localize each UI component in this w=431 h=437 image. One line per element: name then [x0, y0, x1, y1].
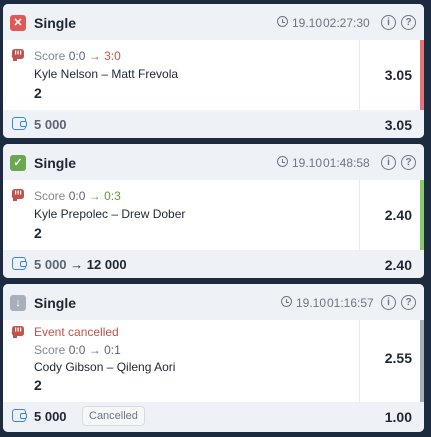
- event-name[interactable]: Kyle Nelson – Matt Frevola: [34, 67, 178, 81]
- selection-outcome: 2: [34, 85, 42, 101]
- wallet-icon: [12, 409, 27, 422]
- score-label: Score: [34, 49, 66, 63]
- score-arrow: →: [88, 189, 101, 203]
- status-side-bar: [420, 180, 424, 250]
- status-won-icon: ✓: [10, 155, 26, 171]
- bet-date: 19.10: [292, 16, 323, 30]
- clock-icon: [277, 16, 288, 27]
- bet-card-body: Event cancelled Score 0:0 → 0:1 Cody Gib…: [3, 320, 424, 402]
- stake-amount: 5 000: [34, 117, 67, 132]
- selection-odds: 2.40: [384, 207, 412, 223]
- score-line: Score 0:0 → 3:0: [34, 49, 121, 63]
- wallet-icon: [12, 257, 27, 270]
- score-from: 0:0: [68, 189, 86, 203]
- stake-line: 5 000 → 12 000: [34, 257, 127, 272]
- bet-card-header: ✕ Single 19.10 02:27:30 i ?: [3, 4, 424, 40]
- stake-amount: 5 000: [34, 257, 67, 272]
- bet-type-title: Single: [34, 295, 77, 311]
- status-lost-icon: ✕: [10, 15, 26, 31]
- bet-card-body: Score 0:0 → 0:3 Kyle Prepolec – Drew Dob…: [3, 180, 424, 250]
- selection-outcome: 2: [34, 377, 42, 393]
- bet-card-header: ✓ Single 19.10 01:48:58 i ?: [3, 144, 424, 180]
- selection-outcome: 2: [34, 225, 42, 241]
- score-line: Score 0:0 → 0:1: [34, 343, 121, 357]
- mma-glove-icon: [11, 189, 24, 201]
- selection-odds: 2.55: [384, 350, 412, 366]
- payout-amount: 12 000: [86, 257, 127, 272]
- bet-time: 01:16:57: [327, 296, 374, 310]
- help-icon[interactable]: ?: [401, 15, 416, 30]
- status-side-bar: [420, 320, 424, 402]
- score-arrow: →: [88, 49, 101, 63]
- divider: [359, 40, 360, 110]
- info-icon[interactable]: i: [381, 295, 396, 310]
- bet-type-title: Single: [34, 155, 77, 171]
- bet-card-footer: 5 000 3.05: [3, 110, 424, 138]
- bet-date: 19.10: [292, 156, 323, 170]
- bet-card-footer: 5 000 Cancelled 1.00: [3, 402, 424, 432]
- bet-card[interactable]: ✓ Single 19.10 01:48:58 i ? Score 0:0 → …: [3, 144, 424, 278]
- bet-card-body: Score 0:0 → 3:0 Kyle Nelson – Matt Frevo…: [3, 40, 424, 110]
- score-arrow: →: [88, 343, 101, 357]
- mma-glove-icon: [11, 49, 24, 61]
- divider: [359, 320, 360, 402]
- divider: [359, 180, 360, 250]
- total-odds: 1.00: [384, 409, 412, 425]
- info-icon[interactable]: i: [381, 15, 396, 30]
- event-name[interactable]: Kyle Prepolec – Drew Dober: [34, 207, 185, 221]
- status-returned-icon: ↓: [10, 295, 26, 311]
- bet-card-header: ↓ Single 19.10 01:16:57 i ?: [3, 284, 424, 320]
- bet-time: 02:27:30: [323, 16, 370, 30]
- status-side-bar: [420, 40, 424, 110]
- total-odds: 2.40: [384, 257, 412, 273]
- info-icon[interactable]: i: [381, 155, 396, 170]
- event-cancelled-label: Event cancelled: [34, 325, 119, 339]
- score-label: Score: [34, 343, 66, 357]
- selection-odds: 3.05: [384, 67, 412, 83]
- bet-card[interactable]: ↓ Single 19.10 01:16:57 i ? Event cancel…: [3, 284, 424, 432]
- event-name[interactable]: Cody Gibson – Qileng Aori: [34, 360, 175, 374]
- score-final: 3:0: [104, 49, 121, 63]
- bet-card-footer: 5 000 → 12 000 2.40: [3, 250, 424, 278]
- bet-type-title: Single: [34, 15, 77, 31]
- payout-arrow: →: [70, 257, 84, 272]
- score-line: Score 0:0 → 0:3: [34, 189, 121, 203]
- stake-amount: 5 000: [34, 409, 67, 424]
- clock-icon: [281, 296, 292, 307]
- total-odds: 3.05: [384, 117, 412, 133]
- bet-date: 19.10: [296, 296, 327, 310]
- cancelled-badge: Cancelled: [82, 406, 145, 426]
- score-from: 0:0: [68, 343, 86, 357]
- wallet-icon: [12, 117, 27, 130]
- score-final: 0:3: [104, 189, 121, 203]
- bet-time: 01:48:58: [323, 156, 370, 170]
- help-icon[interactable]: ?: [401, 295, 416, 310]
- score-label: Score: [34, 189, 66, 203]
- score-from: 0:0: [68, 49, 86, 63]
- clock-icon: [277, 156, 288, 167]
- mma-glove-icon: [11, 326, 24, 338]
- help-icon[interactable]: ?: [401, 155, 416, 170]
- bet-card[interactable]: ✕ Single 19.10 02:27:30 i ? Score 0:0 → …: [3, 4, 424, 138]
- score-final: 0:1: [104, 343, 121, 357]
